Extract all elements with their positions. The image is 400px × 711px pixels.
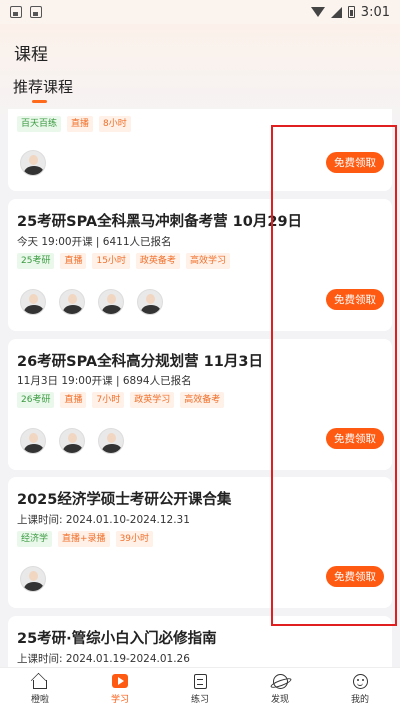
course-title: 25考研SPA全科黑马冲刺备考营 10月29日 bbox=[17, 214, 303, 230]
teacher-avatars bbox=[20, 289, 163, 315]
teacher-avatar bbox=[20, 150, 46, 176]
course-tag: 26考研 bbox=[17, 392, 55, 408]
course-tag: 直播+录播 bbox=[58, 531, 110, 547]
battery-icon bbox=[347, 6, 355, 18]
course-schedule: 上课时间: 2024.01.19-2024.01.26 bbox=[17, 653, 190, 665]
tab-recommended-courses[interactable]: 推荐课程 bbox=[13, 76, 73, 97]
status-indicators: 3:01 bbox=[310, 4, 390, 20]
course-schedule: 上课时间: 2024.01.10-2024.12.31 bbox=[17, 514, 190, 526]
teacher-avatar bbox=[98, 428, 124, 454]
bottom-nav: 橙啦 学习 练习 发现 我的 bbox=[0, 667, 400, 711]
nav-label: 我的 bbox=[350, 695, 369, 705]
teacher-avatars bbox=[20, 428, 124, 454]
free-claim-button[interactable]: 免费领取 bbox=[326, 428, 384, 449]
course-title: 25考研·管综小白入门必修指南 bbox=[17, 631, 217, 647]
course-tags: 经济学 直播+录播 39小时 bbox=[17, 531, 154, 547]
teacher-avatar bbox=[20, 289, 46, 315]
course-tag: 8小时 bbox=[99, 116, 131, 132]
teacher-avatar bbox=[59, 428, 85, 454]
course-tag: 7小时 bbox=[92, 392, 125, 408]
course-card[interactable]: 25考研SPA全科黑马冲刺备考营 10月29日 今天 19:00开课 | 641… bbox=[8, 199, 392, 331]
gallery-notification-icon bbox=[10, 6, 22, 18]
teacher-avatars bbox=[20, 566, 46, 592]
nav-label: 练习 bbox=[190, 695, 209, 705]
signal-icon bbox=[330, 6, 342, 18]
nav-item-mine[interactable]: 我的 bbox=[320, 668, 400, 711]
course-tag: 直播 bbox=[60, 392, 87, 408]
course-title: 26考研SPA全科高分规划营 11月3日 bbox=[17, 354, 263, 370]
course-tag: 百天百练 bbox=[17, 116, 62, 132]
course-card[interactable]: 25考研·管综小白入门必修指南 上课时间: 2024.01.19-2024.01… bbox=[8, 616, 392, 667]
mine-icon bbox=[352, 674, 368, 689]
course-tags: 25考研 直播 15小时 政英备考 高效学习 bbox=[17, 253, 230, 269]
course-card[interactable]: 2025经济学硕士考研公开课合集 上课时间: 2024.01.10-2024.1… bbox=[8, 477, 392, 608]
course-tag: 高效学习 bbox=[185, 253, 230, 269]
wifi-icon bbox=[310, 7, 325, 17]
course-tag: 高效备考 bbox=[180, 392, 225, 408]
free-claim-button[interactable]: 免费领取 bbox=[326, 289, 384, 310]
nav-item-study[interactable]: 学习 bbox=[80, 668, 160, 711]
discover-icon bbox=[272, 674, 288, 689]
nav-label: 发现 bbox=[270, 695, 289, 705]
course-tag: 政英学习 bbox=[130, 392, 175, 408]
course-schedule: 11月3日 19:00开课 | 6894人已报名 bbox=[17, 375, 192, 387]
course-tag: 25考研 bbox=[17, 253, 55, 269]
teacher-avatar bbox=[137, 289, 163, 315]
home-icon bbox=[33, 680, 47, 689]
teacher-avatars bbox=[20, 150, 46, 176]
course-card[interactable]: 百天百练 直播 8小时 免费领取 bbox=[8, 109, 392, 191]
nav-label: 橙啦 bbox=[30, 695, 49, 705]
practice-icon bbox=[193, 674, 207, 689]
course-title: 2025经济学硕士考研公开课合集 bbox=[17, 492, 232, 508]
course-tag: 政英备考 bbox=[135, 253, 180, 269]
course-tags: 26考研 直播 7小时 政英学习 高效备考 bbox=[17, 392, 225, 408]
free-claim-button[interactable]: 免费领取 bbox=[326, 152, 384, 173]
course-tags: 百天百练 直播 8小时 bbox=[17, 116, 131, 132]
image-notification-icon bbox=[30, 6, 42, 18]
teacher-avatar bbox=[98, 289, 124, 315]
study-icon bbox=[112, 674, 128, 688]
free-claim-button[interactable]: 免费领取 bbox=[326, 566, 384, 587]
course-tag: 经济学 bbox=[17, 531, 53, 547]
course-card[interactable]: 26考研SPA全科高分规划营 11月3日 11月3日 19:00开课 | 689… bbox=[8, 339, 392, 470]
tab-active-indicator bbox=[32, 100, 47, 103]
status-time: 3:01 bbox=[360, 4, 390, 20]
course-tag: 15小时 bbox=[92, 253, 130, 269]
course-tag: 直播 bbox=[67, 116, 94, 132]
teacher-avatar bbox=[20, 566, 46, 592]
teacher-avatar bbox=[20, 428, 46, 454]
page-header: 课程 推荐课程 bbox=[0, 24, 400, 120]
nav-item-discover[interactable]: 发现 bbox=[240, 668, 320, 711]
nav-item-practice[interactable]: 练习 bbox=[160, 668, 240, 711]
course-tag: 直播 bbox=[60, 253, 87, 269]
nav-label: 学习 bbox=[110, 695, 129, 705]
status-notifications bbox=[10, 6, 42, 18]
course-tag: 39小时 bbox=[115, 531, 154, 547]
status-bar: 3:01 bbox=[0, 0, 400, 24]
teacher-avatar bbox=[59, 289, 85, 315]
course-schedule: 今天 19:00开课 | 6411人已报名 bbox=[17, 236, 172, 248]
nav-item-home[interactable]: 橙啦 bbox=[0, 668, 80, 711]
page-title: 课程 bbox=[14, 45, 48, 65]
